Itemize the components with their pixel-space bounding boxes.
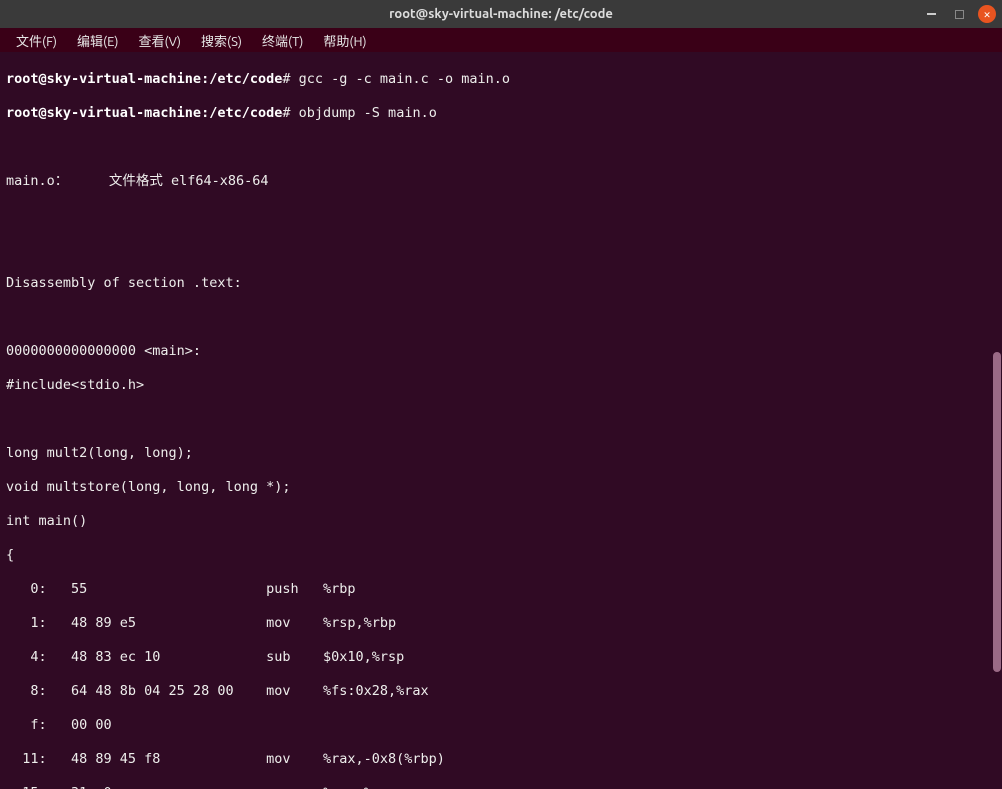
menubar: 文件(F) 编辑(E) 查看(V) 搜索(S) 终端(T) 帮助(H) <box>0 28 1002 52</box>
window-minimize-button[interactable] <box>922 5 940 23</box>
asm-line-11: 11: 48 89 45 f8 mov %rax,-0x8(%rbp) <box>6 751 996 768</box>
window-maximize-button[interactable] <box>950 5 968 23</box>
blank-line <box>6 411 996 428</box>
prompt-sep: : <box>201 71 209 87</box>
vertical-scrollbar[interactable] <box>992 52 1002 789</box>
asm-line-08: 8: 64 48 8b 04 25 28 00 mov %fs:0x28,%ra… <box>6 683 996 700</box>
src-include-line: #include<stdio.h> <box>6 377 996 394</box>
blank-line <box>6 241 996 258</box>
minimize-icon <box>927 13 936 15</box>
menu-help[interactable]: 帮助(H) <box>313 29 376 52</box>
asm-line-00: 0: 55 push %rbp <box>6 581 996 598</box>
window-close-button[interactable]: ✕ <box>978 5 996 23</box>
menu-edit[interactable]: 编辑(E) <box>67 29 128 52</box>
window-titlebar: root@sky-virtual-machine: /etc/code ✕ <box>0 0 1002 28</box>
prompt-hash: # <box>282 105 290 121</box>
disasm-header: Disassembly of section .text: <box>6 275 996 292</box>
window-title: root@sky-virtual-machine: /etc/code <box>0 7 1002 21</box>
window-controls-group: ✕ <box>922 5 996 23</box>
blank-line <box>6 207 996 224</box>
prompt-path: /etc/code <box>209 105 282 121</box>
symbol-main-line: 0000000000000000 <main>: <box>6 343 996 360</box>
src-brace-open-line: { <box>6 547 996 564</box>
command-objdump: objdump -S main.o <box>299 105 437 121</box>
prompt-path: /etc/code <box>209 71 282 87</box>
src-proto1-line: long mult2(long, long); <box>6 445 996 462</box>
terminal-viewport[interactable]: root@sky-virtual-machine:/etc/code# gcc … <box>0 52 1002 789</box>
file-format-line: main.o： 文件格式 elf64-x86-64 <box>6 173 996 190</box>
prompt-line-2: root@sky-virtual-machine:/etc/code# objd… <box>6 105 996 122</box>
menu-terminal[interactable]: 终端(T) <box>252 29 313 52</box>
close-icon: ✕ <box>984 8 991 21</box>
maximize-icon <box>955 10 964 19</box>
prompt-sep: : <box>201 105 209 121</box>
prompt-user-host: root@sky-virtual-machine <box>6 71 201 87</box>
src-main-decl-line: int main() <box>6 513 996 530</box>
asm-line-15: 15: 31 c0 xor %eax,%eax <box>6 785 996 789</box>
asm-line-01: 1: 48 89 e5 mov %rsp,%rbp <box>6 615 996 632</box>
blank-line <box>6 309 996 326</box>
src-proto2-line: void multstore(long, long, long *); <box>6 479 996 496</box>
menu-file[interactable]: 文件(F) <box>6 29 67 52</box>
asm-line-0f: f: 00 00 <box>6 717 996 734</box>
prompt-line-1: root@sky-virtual-machine:/etc/code# gcc … <box>6 71 996 88</box>
prompt-hash: # <box>282 71 290 87</box>
asm-line-04: 4: 48 83 ec 10 sub $0x10,%rsp <box>6 649 996 666</box>
scrollbar-thumb[interactable] <box>993 352 1001 672</box>
menu-search[interactable]: 搜索(S) <box>191 29 252 52</box>
menu-view[interactable]: 查看(V) <box>129 29 191 52</box>
prompt-user-host: root@sky-virtual-machine <box>6 105 201 121</box>
command-compile: gcc -g -c main.c -o main.o <box>299 71 510 87</box>
blank-line <box>6 139 996 156</box>
